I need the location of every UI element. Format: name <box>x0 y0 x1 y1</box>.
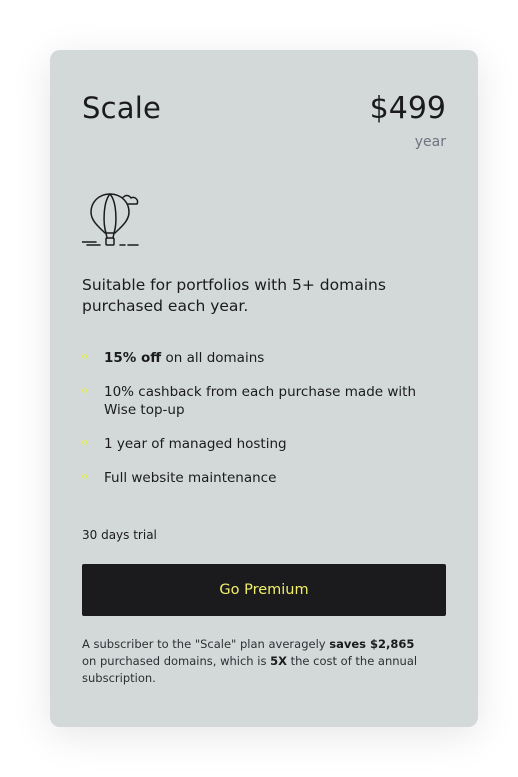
feature-text: on all domains <box>161 350 265 366</box>
feature-text: 1 year of managed hosting <box>104 436 287 452</box>
plan-price: $499 <box>369 91 446 126</box>
plan-name: Scale <box>82 91 162 125</box>
bullet-icon <box>82 354 87 359</box>
feature-item: 15% off on all domains <box>82 349 446 367</box>
feature-text: Full website maintenance <box>104 470 277 486</box>
billing-period: year <box>414 134 446 150</box>
footnote-text: A subscriber to the "Scale" plan average… <box>82 637 330 651</box>
footnote-text: on purchased domains, which is <box>82 654 271 668</box>
trial-info: 30 days trial <box>82 528 157 542</box>
bullet-icon <box>82 474 87 479</box>
bullet-icon <box>82 388 87 393</box>
feature-item: Full website maintenance <box>82 469 446 487</box>
feature-item: 1 year of managed hosting <box>82 435 446 453</box>
feature-item: 10% cashback from each purchase made wit… <box>82 383 446 419</box>
hot-air-balloon-icon <box>82 193 139 246</box>
pricing-card: Scale $499 year Suitable for portfolios … <box>50 50 478 727</box>
savings-footnote: A subscriber to the "Scale" plan average… <box>82 636 432 687</box>
footnote-multiplier: 5X <box>270 654 287 668</box>
bullet-icon <box>82 440 87 445</box>
plan-description: Suitable for portfolios with 5+ domains … <box>82 276 386 315</box>
go-premium-button[interactable]: Go Premium <box>82 564 446 616</box>
feature-list: 15% off on all domains 10% cashback from… <box>82 349 446 503</box>
footnote-savings: saves $2,865 <box>329 637 415 651</box>
feature-text: 10% cashback from each purchase made wit… <box>104 384 417 418</box>
feature-highlight: 15% off <box>104 350 162 366</box>
